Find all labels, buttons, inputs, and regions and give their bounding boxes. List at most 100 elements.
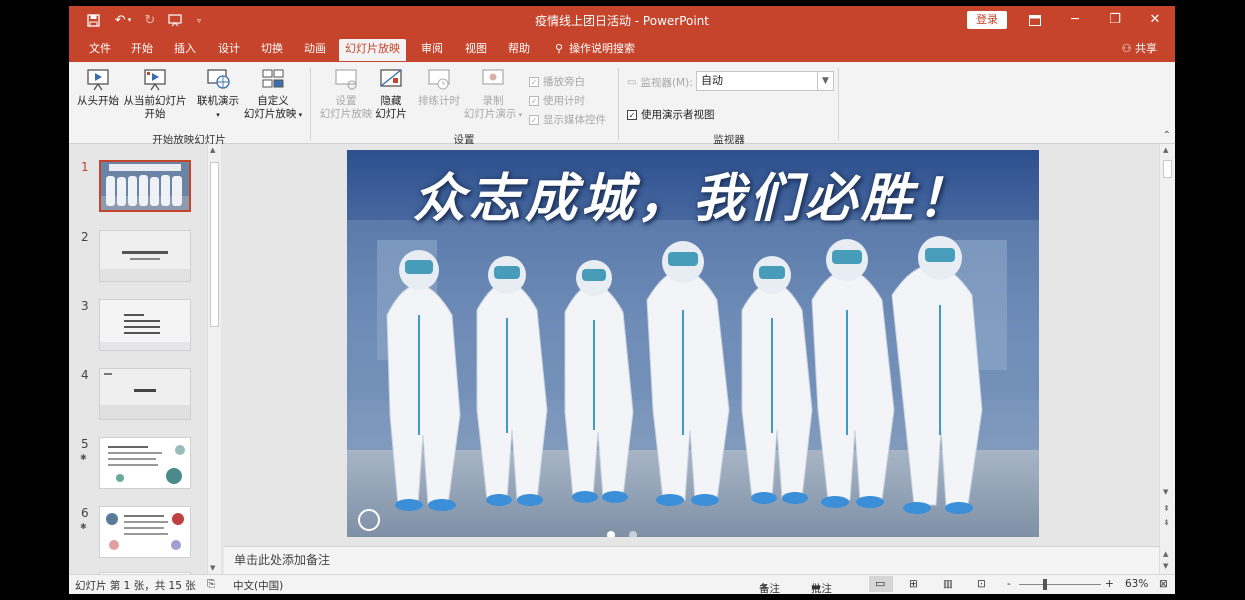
fit-to-window-icon[interactable]: ⊠ (1159, 578, 1168, 590)
spell-check-icon[interactable]: ⎘ (207, 578, 215, 591)
hide-slide-icon (380, 69, 402, 87)
slide-title[interactable]: 众志成城，我们必胜！ (347, 156, 1039, 231)
thumbnail-medical-team-image (101, 162, 189, 210)
zoom-slider-thumb[interactable] (1043, 579, 1047, 590)
rehearse-timings-button[interactable]: 排练计时 (413, 68, 465, 108)
tab-help[interactable]: 帮助 (502, 39, 536, 61)
group-divider (618, 68, 619, 140)
thumbnail-image (99, 437, 191, 489)
tab-review[interactable]: 审阅 (415, 39, 449, 61)
scrollbar-thumb[interactable] (210, 162, 219, 327)
tab-file[interactable]: 文件 (83, 39, 117, 61)
present-online-button[interactable]: 联机演示 ▾ (193, 68, 243, 122)
slide-sorter-view-icon[interactable]: ⊞ (909, 578, 918, 590)
slide-number: 4 (81, 368, 89, 382)
monitor-select-value: 自动 (701, 74, 723, 87)
slide-number: 3 (81, 299, 89, 313)
tab-home[interactable]: 开始 (125, 39, 159, 61)
setup-slideshow-button[interactable]: 设置 幻灯片放映 (317, 68, 375, 121)
tab-transitions[interactable]: 切换 (255, 39, 289, 61)
thumbnail-slide-6[interactable]: 6 ✱ (69, 506, 209, 564)
slide-scrollbar[interactable]: ▲ ▼ ⇞ ⇟ ▲ ▼ (1159, 144, 1175, 574)
slide-number: 1 (81, 160, 89, 174)
thumbnail-slide-3[interactable]: 3 (69, 299, 209, 357)
language-indicator[interactable]: 中文(中国) (233, 578, 283, 593)
tab-slide-show[interactable]: 幻灯片放映 (339, 39, 406, 61)
tab-design[interactable]: 设计 (212, 39, 246, 61)
thumbnail-slide-2[interactable]: 2 (69, 230, 209, 288)
zoom-slider-track[interactable] (1019, 584, 1101, 585)
zoom-out-button[interactable]: - (1007, 578, 1011, 590)
reading-view-icon[interactable]: ▥ (943, 578, 953, 590)
use-timings-label: 使用计时 (543, 95, 585, 107)
checkbox-checked-icon: ✓ (529, 95, 539, 106)
scroll-up-icon[interactable]: ▲ (210, 146, 215, 154)
notes-toggle-label: 备注 (759, 583, 780, 594)
carousel-dot (629, 531, 637, 537)
custom-label-2: 幻灯片放映 (243, 108, 297, 120)
person-icon: ⚇ (1121, 42, 1132, 55)
from-beginning-label: 从头开始 (77, 95, 119, 107)
share-button[interactable]: ⚇ 共享 (1122, 40, 1157, 56)
monitor-select[interactable]: 自动 ▼ (696, 71, 834, 91)
minimize-button[interactable]: ─ (1059, 8, 1091, 32)
notes-scroll-up-icon[interactable]: ▲ (1163, 550, 1168, 558)
from-current-label-2: 开始 (144, 108, 166, 120)
thumbnail-slide-4[interactable]: 4 (69, 368, 209, 426)
close-button[interactable]: ✕ (1139, 8, 1171, 32)
normal-view-glyph: ▭ (875, 577, 886, 590)
next-slide-icon[interactable]: ⇟ (1163, 518, 1170, 527)
use-timings-checkbox[interactable]: ✓ 使用计时 (529, 93, 585, 108)
play-narrations-checkbox[interactable]: ✓ 播放旁白 (529, 74, 585, 89)
monitor-label-text: 监视器(M): (640, 77, 693, 89)
record-label-1: 录制 (482, 95, 504, 107)
thumbnail-slide-5[interactable]: 5 ✱ (69, 437, 209, 495)
zoom-level[interactable]: 63% (1125, 578, 1148, 590)
scroll-down-icon[interactable]: ▼ (210, 564, 215, 572)
slideshow-view-icon[interactable]: ⊡ (977, 578, 986, 590)
show-media-controls-checkbox[interactable]: ✓ 显示媒体控件 (529, 112, 606, 127)
present-online-dropdown-icon: ▾ (216, 111, 220, 119)
slideshow-current-icon (144, 69, 166, 91)
record-slideshow-button[interactable]: 录制 幻灯片演示 ▾ (463, 68, 523, 122)
rehearse-timings-icon (428, 69, 450, 90)
hide-slide-button[interactable]: 隐藏 幻灯片 (373, 68, 409, 121)
scrollbar-thumb[interactable] (1163, 160, 1172, 178)
maximize-button[interactable]: ❐ (1099, 8, 1131, 32)
status-bar: 幻灯片 第 1 张，共 15 张 ⎘ 中文(中国) ≐ 备注 ▬ 批注 ▭ ⊞ … (69, 574, 1175, 594)
notes-scroll-down-icon[interactable]: ▼ (1163, 562, 1168, 570)
thumbnail-section-slide (100, 369, 190, 419)
thumbnail-slide-1[interactable]: 1 (69, 160, 209, 218)
login-button[interactable]: 登录 (967, 11, 1007, 29)
tab-insert[interactable]: 插入 (168, 39, 202, 61)
thumbnail-text-slide (100, 231, 190, 281)
ribbon-display-options-icon[interactable] (1019, 8, 1051, 32)
animation-star-icon: ✱ (80, 453, 87, 462)
thumbnail-scrollbar[interactable]: ▲ ▼ (207, 144, 221, 574)
thumbnail-agenda-slide (100, 300, 190, 350)
from-current-label-1: 从当前幻灯片 (123, 95, 187, 107)
from-beginning-button[interactable]: 从头开始 (75, 68, 121, 108)
scroll-up-icon[interactable]: ▲ (1163, 146, 1168, 154)
ribbon: 从头开始 从当前幻灯片 开始 联机演示 ▾ 自定义 幻灯片放映 ▾ 开始放映幻灯片… (69, 62, 1175, 146)
from-current-slide-button[interactable]: 从当前幻灯片 开始 (121, 68, 189, 121)
carousel-dot-active (607, 531, 615, 537)
slide-thumbnail-pane: 1 2 3 4 5 ✱ 6 ✱ (69, 144, 224, 574)
notes-pane[interactable]: 单击此处添加备注 (224, 546, 1159, 574)
custom-slideshow-button[interactable]: 自定义 幻灯片放映 ▾ (241, 68, 305, 122)
slideshow-start-icon (87, 69, 109, 91)
tell-me-search[interactable]: ⚲ 操作说明搜索 (549, 39, 641, 61)
slide-number: 6 (81, 506, 89, 520)
collapse-ribbon-icon[interactable]: ⌃ (1163, 130, 1171, 141)
presenter-view-label: 使用演示者视图 (641, 109, 715, 121)
tab-view[interactable]: 视图 (459, 39, 493, 61)
current-slide[interactable]: 众志成城，我们必胜！ (347, 150, 1039, 537)
tab-animations[interactable]: 动画 (298, 39, 332, 61)
ribbon-tabs: 文件 开始 插入 设计 切换 动画 幻灯片放映 审阅 视图 帮助 ⚲ 操作说明搜索… (69, 34, 1175, 62)
previous-slide-icon[interactable]: ⇞ (1163, 504, 1170, 513)
scroll-down-icon[interactable]: ▼ (1163, 488, 1168, 496)
slide-number: 5 (81, 437, 89, 451)
present-online-label: 联机演示 (197, 95, 239, 107)
zoom-in-button[interactable]: + (1105, 578, 1114, 590)
presenter-view-checkbox[interactable]: ✓ 使用演示者视图 (627, 107, 715, 122)
